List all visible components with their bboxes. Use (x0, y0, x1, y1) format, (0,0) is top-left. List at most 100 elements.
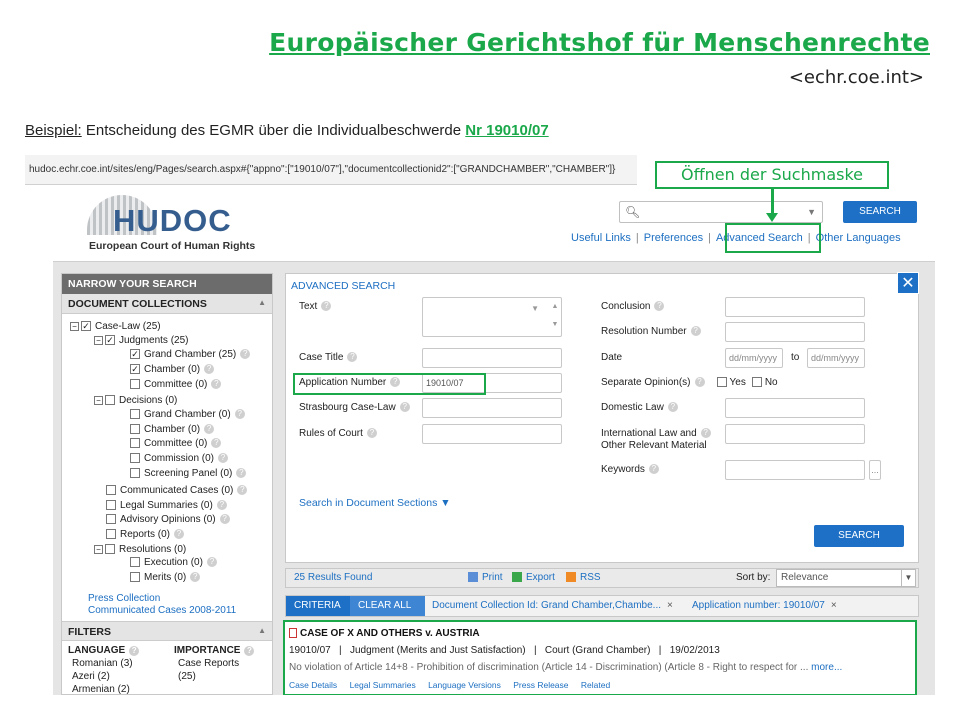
communicated-cases-link[interactable]: Communicated Cases 2008-2011 (88, 604, 236, 617)
chevron-down-icon[interactable]: ▼ (531, 304, 539, 313)
checkbox[interactable] (130, 379, 140, 390)
help-icon[interactable]: ? (204, 424, 215, 435)
result-title[interactable]: CASE OF X AND OTHERS v. AUSTRIA (289, 628, 480, 639)
document-collections-header[interactable]: DOCUMENT COLLECTIONS ▲ (62, 294, 272, 314)
export-button[interactable]: Export (512, 572, 555, 583)
collapse-icon[interactable]: ▲ (258, 626, 266, 635)
international-law-input[interactable] (725, 424, 865, 444)
help-icon[interactable]: ? (211, 379, 222, 390)
resolution-number-input[interactable] (725, 322, 865, 342)
help-icon[interactable]: ? (366, 428, 377, 439)
hudoc-logo[interactable]: HUDOC European Court of Human Rights (87, 193, 267, 255)
checkbox[interactable] (130, 438, 140, 449)
rss-button[interactable]: RSS (566, 572, 601, 583)
help-icon[interactable]: ? (321, 301, 332, 312)
help-icon[interactable]: ? (694, 377, 705, 388)
legal-summaries-link[interactable]: Legal Summaries (350, 680, 416, 690)
domestic-law-input[interactable] (725, 398, 865, 418)
tree-committee[interactable]: Committee (0)? (130, 378, 222, 391)
checkbox[interactable] (130, 424, 140, 435)
tree-merits[interactable]: Merits (0)? (130, 571, 201, 584)
help-icon[interactable]: ? (244, 646, 255, 656)
checkbox[interactable] (106, 514, 116, 525)
criterion-collection[interactable]: Document Collection Id: Grand Chamber,Ch… (432, 600, 673, 611)
checkbox[interactable] (130, 468, 140, 479)
remove-icon[interactable]: × (831, 600, 837, 611)
print-button[interactable]: Print (468, 572, 503, 583)
help-icon[interactable]: ? (218, 453, 229, 464)
scrollbar[interactable]: ▲ ▼ (551, 298, 559, 336)
collapse-icon[interactable]: − (94, 395, 103, 405)
collapse-icon[interactable]: − (70, 321, 79, 331)
criteria-tab[interactable]: CRITERIA (286, 596, 355, 616)
link-other-languages[interactable]: Other Languages (816, 232, 901, 244)
keywords-more-button[interactable]: ... (869, 460, 881, 480)
case-title-input[interactable] (422, 348, 562, 368)
checkbox[interactable] (106, 485, 116, 496)
close-icon[interactable]: ✕ (897, 272, 919, 294)
case-details-link[interactable]: Case Details (289, 680, 337, 690)
tree-execution[interactable]: Execution (0)? (130, 556, 217, 569)
importance-item[interactable]: Case Reports (174, 657, 254, 670)
top-search-input[interactable]: 🔍︎ ▼ (619, 201, 823, 223)
related-link[interactable]: Related (581, 680, 610, 690)
filters-header[interactable]: FILTERS ▲ (62, 621, 272, 641)
checkbox-checked[interactable]: ✓ (81, 321, 91, 332)
tree-resolutions[interactable]: − Resolutions (0) (94, 543, 186, 556)
checkbox[interactable] (105, 544, 115, 555)
example-number-link[interactable]: Nr 19010/07 (465, 122, 548, 139)
tree-advisory-opinions[interactable]: Advisory Opinions (0)? (106, 513, 230, 526)
help-icon[interactable]: ? (206, 557, 217, 568)
help-icon[interactable]: ? (667, 402, 678, 413)
tree-chamber[interactable]: ✓ Chamber (0)? (130, 363, 215, 376)
link-useful-links[interactable]: Useful Links (571, 232, 631, 244)
checkbox[interactable] (130, 572, 140, 583)
help-icon[interactable]: ? (211, 438, 222, 449)
collapse-icon[interactable]: − (94, 544, 103, 554)
criterion-application-number[interactable]: Application number: 19010/07 × (692, 600, 837, 611)
date-from-input[interactable]: dd/mm/yyyy (725, 348, 783, 368)
collapse-icon[interactable]: ▲ (258, 298, 266, 307)
browser-url-bar[interactable]: hudoc.echr.coe.int/sites/eng/Pages/searc… (25, 155, 637, 185)
text-textarea[interactable]: ▼ ▲ ▼ (422, 297, 562, 337)
yes-checkbox[interactable] (716, 377, 727, 388)
clear-all-button[interactable]: CLEAR ALL (350, 596, 426, 616)
help-icon[interactable]: ? (648, 464, 659, 475)
search-document-sections-link[interactable]: Search in Document Sections ▼ (299, 497, 451, 509)
help-icon[interactable]: ? (219, 514, 230, 525)
checkbox-checked[interactable]: ✓ (105, 335, 115, 346)
language-item[interactable]: Azeri (2) (68, 670, 139, 683)
more-link[interactable]: more... (811, 662, 842, 673)
press-release-link[interactable]: Press Release (513, 680, 568, 690)
remove-icon[interactable]: × (667, 600, 673, 611)
help-icon[interactable]: ? (700, 428, 711, 439)
help-icon[interactable]: ? (347, 352, 358, 363)
tree-screening-panel[interactable]: Screening Panel (0)? (130, 467, 247, 480)
checkbox[interactable] (130, 453, 140, 464)
chevron-down-icon[interactable]: ▼ (807, 207, 816, 217)
link-preferences[interactable]: Preferences (644, 232, 703, 244)
tree-communicated-cases[interactable]: Communicated Cases (0)? (106, 484, 248, 497)
language-item[interactable]: Romanian (3) (68, 657, 139, 670)
tree-case-law[interactable]: − ✓ Case-Law (25) (70, 320, 161, 333)
checkbox[interactable] (130, 409, 140, 420)
tree-dec-chamber[interactable]: Chamber (0)? (130, 423, 215, 436)
help-icon[interactable]: ? (236, 468, 247, 479)
advanced-search-button[interactable]: SEARCH (814, 525, 904, 547)
tree-legal-summaries[interactable]: Legal Summaries (0)? (106, 499, 227, 512)
help-icon[interactable]: ? (216, 500, 227, 511)
keywords-input[interactable] (725, 460, 865, 480)
strasbourg-input[interactable] (422, 398, 562, 418)
checkbox[interactable] (105, 395, 115, 406)
date-to-input[interactable]: dd/mm/yyyy (807, 348, 865, 368)
help-icon[interactable]: ? (190, 572, 201, 583)
help-icon[interactable]: ? (234, 409, 245, 420)
tree-decisions[interactable]: − Decisions (0) (94, 394, 177, 407)
help-icon[interactable]: ? (237, 485, 248, 496)
language-item[interactable]: Armenian (2) (68, 683, 139, 695)
tree-judgments[interactable]: − ✓ Judgments (25) (94, 334, 188, 347)
tree-reports[interactable]: Reports (0)? (106, 528, 185, 541)
sort-select[interactable]: Relevance ▼ (776, 569, 916, 587)
help-icon[interactable]: ? (654, 301, 665, 312)
checkbox-checked[interactable]: ✓ (130, 364, 140, 375)
